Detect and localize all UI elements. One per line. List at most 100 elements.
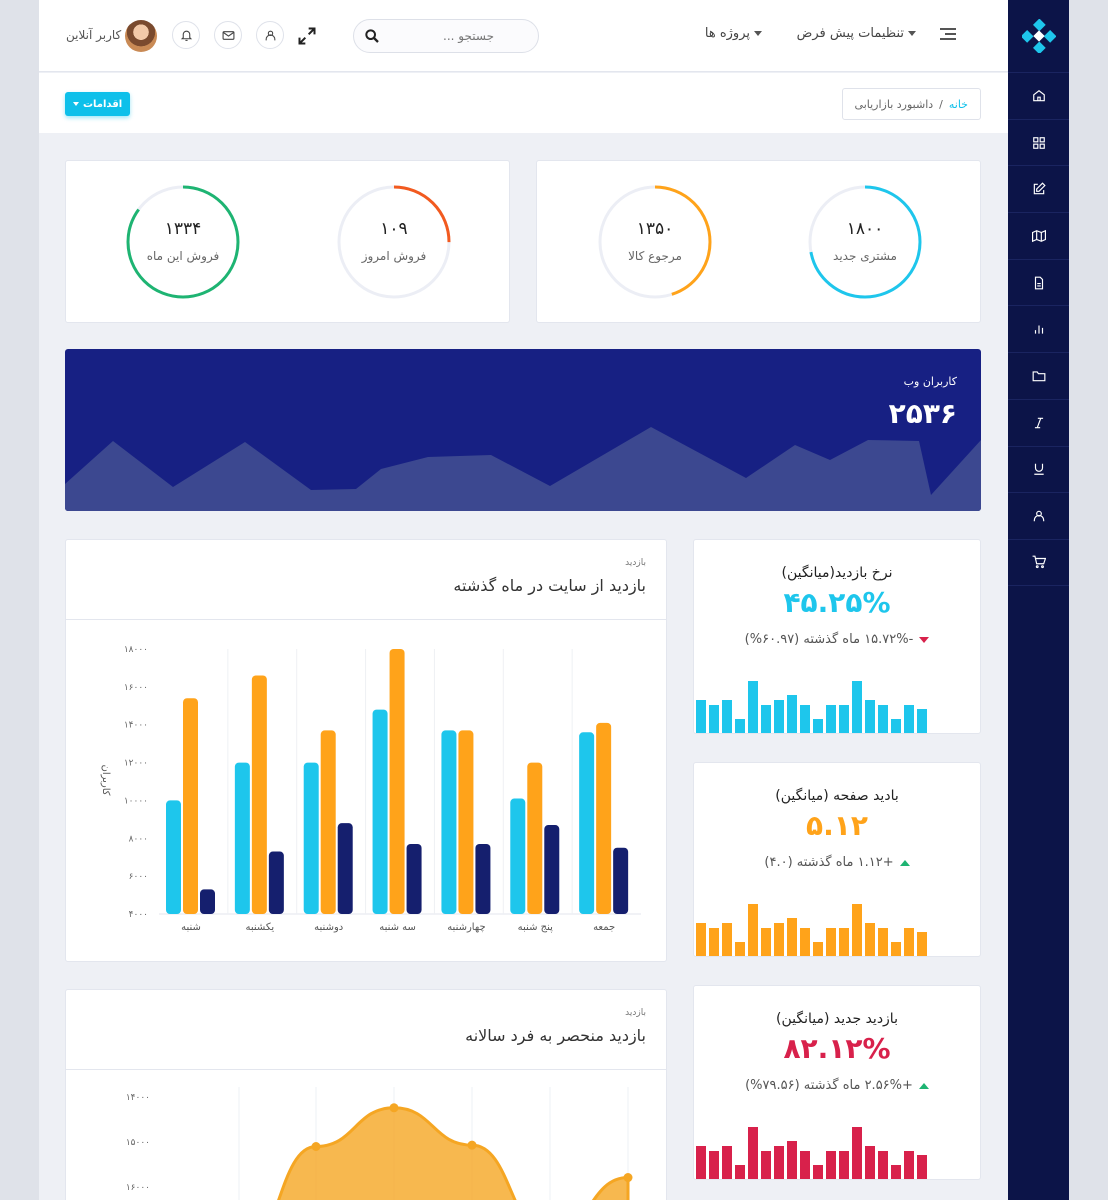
sidebar-item-user[interactable] <box>1008 492 1069 539</box>
sidebar-item-map[interactable] <box>1008 212 1069 259</box>
file-icon <box>1034 276 1043 290</box>
yearly-chart-subtitle: بازدید <box>625 1008 646 1018</box>
spark-bar <box>813 718 823 733</box>
spark-bar <box>735 718 745 733</box>
spark-bar <box>774 1145 784 1179</box>
bar <box>596 722 612 914</box>
sidebar-item-chart[interactable] <box>1008 305 1069 352</box>
ring-stat: ۱۳۵۰ مرجوع کالا <box>598 185 712 299</box>
spark-bar <box>787 918 797 956</box>
data-point <box>311 1142 321 1151</box>
ring-stat: ۱۰۹ فروش امروز <box>337 185 451 299</box>
sidebar-item-folder[interactable] <box>1008 352 1069 399</box>
area-series <box>277 1106 630 1200</box>
menu-projects[interactable]: پروژه ها <box>705 26 762 41</box>
map-icon <box>1031 229 1046 243</box>
y-tick-label: ۱۰۰۰۰ <box>124 796 148 806</box>
ring-stat: ۱۳۳۴ فروش این ماه <box>126 185 240 299</box>
sidebar-item-cart[interactable] <box>1008 538 1069 586</box>
menu-settings[interactable]: تنظیمات پیش فرض <box>797 26 916 41</box>
spark-bar <box>826 1150 836 1179</box>
ring-label: مشتری جدید <box>833 249 897 263</box>
web-users-card: کاربران وب ۲۵۳۶ <box>65 349 981 511</box>
sidebar <box>1008 0 1069 1200</box>
edit-icon <box>1033 182 1046 195</box>
spark-bar <box>709 1150 719 1179</box>
bar <box>579 732 595 914</box>
x-tick-label: جمعه <box>593 922 615 933</box>
ring-value: ۱۳۳۴ <box>164 219 202 239</box>
spark-bar <box>774 922 784 956</box>
search-icon[interactable] <box>364 28 380 44</box>
y-tick-label: ۸۰۰۰ <box>129 834 148 844</box>
app-frame: تنظیمات پیش فرض پروژه ها کاربر آنلاین اق… <box>39 0 1069 1200</box>
spark-bar <box>917 709 927 733</box>
user-name: کاربر آنلاین <box>66 28 122 42</box>
yearly-area-chart: ۱۴۰۰۰ ۱۵۰۰۰ ۱۶۰۰۰ <box>126 1087 633 1200</box>
stat-card-bounce: نرخ بازدید(میانگین) ۴۵.۲۵% -۱۵.۷۲% ماه گ… <box>693 539 981 734</box>
ring-value: ۱۰۹ <box>380 219 408 239</box>
avatar[interactable] <box>125 20 157 52</box>
stat-change: +۱.۱۲ ماه گذشته (۴.۰) <box>694 855 980 870</box>
bar <box>406 843 422 914</box>
visits-chart-subtitle: بازدید <box>625 558 646 568</box>
messages-button[interactable] <box>214 21 242 49</box>
bar <box>510 798 526 914</box>
chevron-down-icon <box>754 31 762 36</box>
sidebar-item-home[interactable] <box>1008 72 1069 119</box>
sidebar-item-underline[interactable] <box>1008 445 1069 493</box>
x-tick-label: دوشنبه <box>314 922 343 933</box>
spark-bar <box>839 927 849 956</box>
breadcrumb: خانه / داشبورد بازاریابی <box>841 88 981 120</box>
breadcrumb-home[interactable]: خانه <box>949 98 968 111</box>
x-tick-label: سه شنبه <box>379 922 416 933</box>
spark-bar <box>748 904 758 956</box>
profile-button[interactable] <box>256 21 284 49</box>
bar <box>234 762 250 914</box>
fullscreen-icon[interactable] <box>297 26 317 50</box>
spark-bar <box>904 927 914 956</box>
breadcrumb-current: داشبورد بازاریابی <box>854 97 934 111</box>
spark-bar <box>761 704 771 733</box>
user-icon <box>1033 510 1044 522</box>
spark-bar <box>800 704 810 733</box>
spark-bar <box>839 704 849 733</box>
stat-value: ۴۵.۲۵% <box>783 586 891 619</box>
bar <box>458 730 474 914</box>
spark-bar <box>865 922 875 956</box>
visits-bar-chart: ۴۰۰۰ ۶۰۰۰ ۸۰۰۰ ۱۰۰۰۰ ۱۲۰۰۰ ۱۴۰۰۰ ۱۶۰۰۰ ۱۸۰۰۰ کار… <box>100 645 641 933</box>
spark-bar <box>735 1164 745 1179</box>
stat-title: بازدید جدید (میانگین) <box>776 1011 898 1027</box>
home-icon <box>1032 89 1045 102</box>
bar-chart-icon <box>1034 325 1043 334</box>
notifications-button[interactable] <box>172 21 200 49</box>
visits-chart-card: بازدید بازدید از سایت در ماه گذشته ۴۰۰۰ ۶… <box>65 539 667 962</box>
sidebar-item-file[interactable] <box>1008 258 1069 306</box>
y-tick-label: ۱۴۰۰۰ <box>126 1093 150 1103</box>
y-tick-label: ۱۴۰۰۰ <box>124 721 148 731</box>
logo[interactable] <box>1008 0 1069 72</box>
ring-label: فروش این ماه <box>146 249 220 263</box>
spark-bar <box>696 1145 706 1179</box>
grid-icon <box>1032 136 1045 149</box>
trend-up-icon <box>918 1082 929 1089</box>
y-tick-label: ۱۲۰۰۰ <box>124 759 148 769</box>
bar <box>613 847 629 914</box>
spark-bar <box>904 704 914 733</box>
sidebar-item-edit[interactable] <box>1008 165 1069 212</box>
menu-toggle-icon[interactable] <box>940 28 956 42</box>
bar <box>441 730 457 914</box>
chevron-down-icon <box>908 31 916 36</box>
ring-label: مرجوع کالا <box>628 249 682 263</box>
sparkline-cyan <box>694 673 934 733</box>
sidebar-item-grid[interactable] <box>1008 118 1069 166</box>
data-point <box>467 1140 477 1150</box>
bar <box>527 762 543 914</box>
ring-stat: ۱۸۰۰ مشتری جدید <box>808 185 922 299</box>
yearly-chart-header: بازدید بازدید منحصر به فرد سالانه <box>66 990 666 1070</box>
sidebar-item-italic[interactable] <box>1008 398 1069 446</box>
trend-down-icon <box>919 636 930 643</box>
actions-button[interactable]: اقدامات <box>65 92 131 116</box>
ring-value: ۱۸۰۰ <box>846 219 884 239</box>
y-tick-label: ۱۵۰۰۰ <box>126 1138 150 1148</box>
